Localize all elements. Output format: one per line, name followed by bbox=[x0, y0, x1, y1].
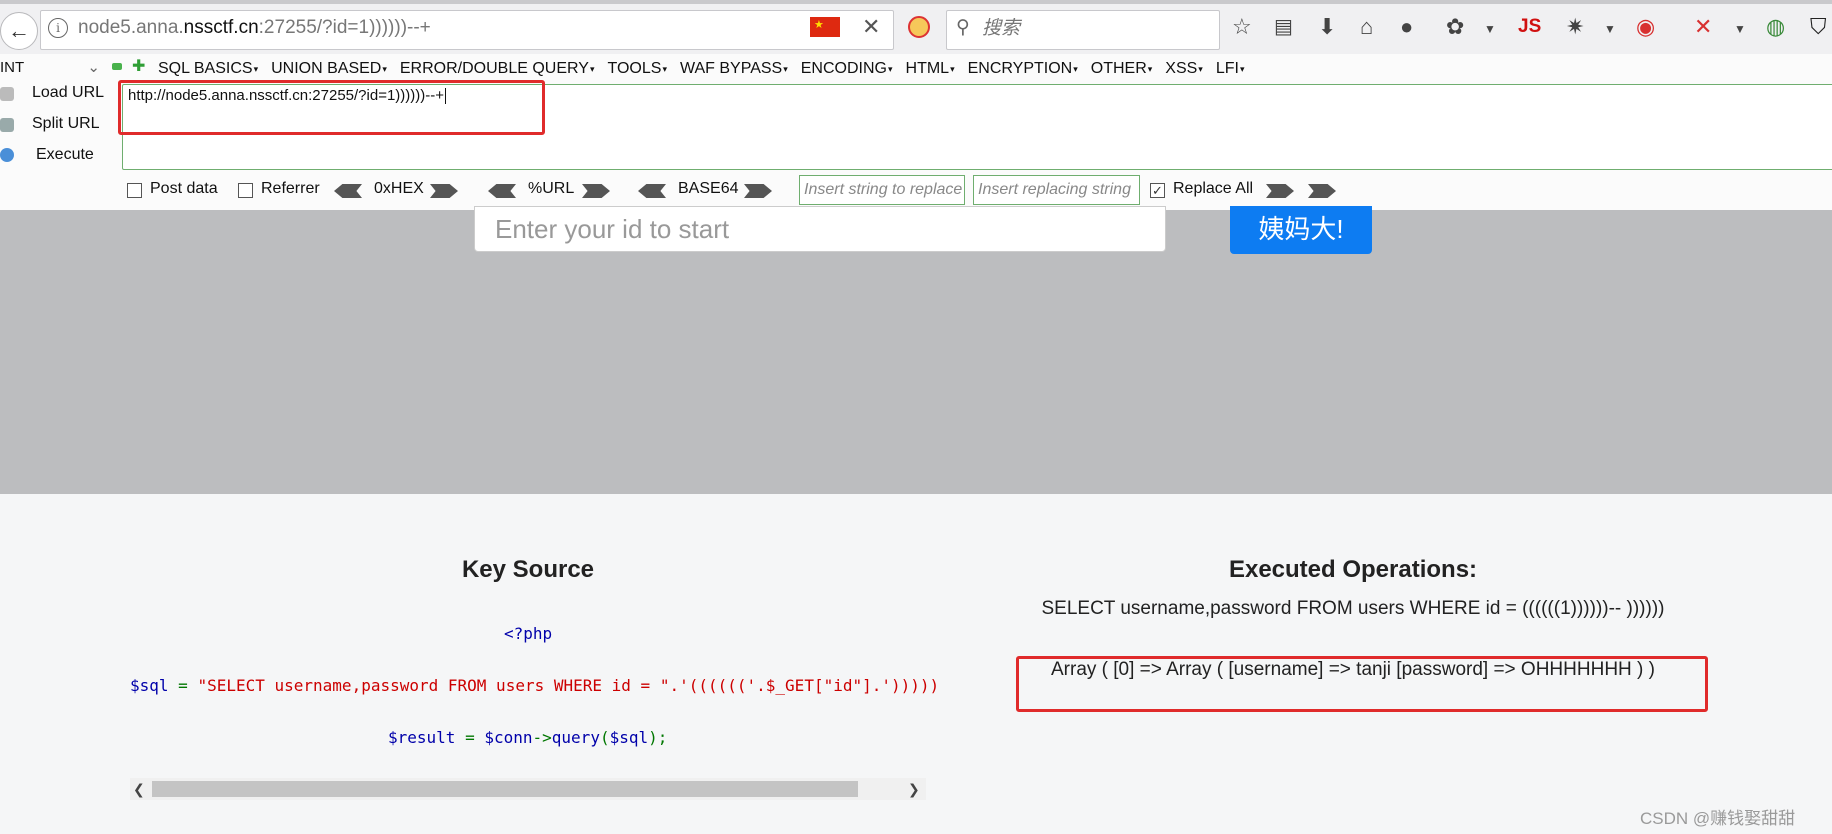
close-icon[interactable]: ✕ bbox=[862, 14, 880, 40]
referrer-checkbox[interactable] bbox=[238, 183, 253, 198]
replace-all-label: Replace All bbox=[1173, 180, 1254, 197]
info-icon[interactable]: i bbox=[48, 18, 68, 38]
address-bar-url[interactable]: node5.anna.nssctf.cn:27255/?id=1))))))--… bbox=[78, 17, 431, 39]
load-url-icon bbox=[0, 87, 14, 101]
replace-string-input[interactable]: Insert string to replace bbox=[799, 175, 965, 205]
tab-strip bbox=[0, 0, 1832, 4]
shield-icon[interactable]: ⛉ bbox=[1810, 14, 1827, 40]
hackbar-icon[interactable]: ◉ bbox=[1636, 14, 1655, 40]
hackbar-menu-items: SQL BASICS UNION BASED ERROR/DOUBLE QUER… bbox=[158, 57, 1257, 81]
key-source-title: Key Source bbox=[461, 556, 595, 583]
watermark: CSDN @赚钱娶甜甜 bbox=[1640, 809, 1796, 828]
post-data-checkbox[interactable] bbox=[127, 183, 142, 198]
chevron-down-icon[interactable]: ▼ bbox=[1484, 22, 1496, 36]
executed-operations-title: Executed Operations: bbox=[1228, 556, 1478, 583]
menu-xss[interactable]: XSS bbox=[1165, 57, 1203, 81]
china-flag-icon: ★ bbox=[810, 17, 840, 37]
download-icon[interactable]: ⬇ bbox=[1318, 14, 1336, 40]
page-hero bbox=[0, 210, 1832, 494]
play-icon bbox=[0, 148, 14, 162]
proxy-icon[interactable]: ◍ bbox=[1766, 14, 1785, 40]
menu-other[interactable]: OTHER bbox=[1091, 57, 1153, 81]
url-highlight-box bbox=[118, 80, 545, 135]
menu-error-double-query[interactable]: ERROR/DOUBLE QUERY bbox=[400, 57, 595, 81]
execute-button[interactable]: Execute bbox=[0, 146, 94, 164]
menu-waf-bypass[interactable]: WAF BYPASS bbox=[680, 57, 788, 81]
plus-icon[interactable]: ✚ bbox=[132, 56, 145, 76]
base64-label: BASE64 bbox=[678, 180, 739, 197]
arrow-left-icon: ← bbox=[8, 18, 30, 43]
js-switch-icon[interactable]: JS bbox=[1518, 16, 1541, 38]
code-line-sql: $sql = "SELECT username,password FROM us… bbox=[130, 676, 940, 695]
split-url-button[interactable]: Split URL bbox=[0, 115, 100, 133]
menu-encryption[interactable]: ENCRYPTION bbox=[968, 57, 1078, 81]
back-button[interactable]: ← bbox=[0, 12, 38, 50]
menu-tools[interactable]: TOOLS bbox=[607, 57, 666, 81]
result-highlight-box bbox=[1016, 656, 1708, 712]
minus-icon[interactable] bbox=[112, 63, 122, 70]
post-data-label: Post data bbox=[150, 180, 218, 197]
home-icon[interactable]: ⌂ bbox=[1360, 14, 1373, 40]
cookie-blocker-icon[interactable]: ✕ bbox=[1694, 14, 1712, 40]
code-line-query: $result = $conn->query($sql); bbox=[388, 728, 668, 747]
palette-icon[interactable]: ✿ bbox=[1446, 14, 1464, 40]
url-encoding-label: %URL bbox=[528, 180, 575, 197]
menu-encoding[interactable]: ENCODING bbox=[801, 57, 893, 81]
replace-all-checkbox[interactable]: ✓ bbox=[1150, 183, 1165, 198]
menu-lfi[interactable]: LFI bbox=[1216, 57, 1245, 81]
chevron-down-icon: ⌄ bbox=[87, 59, 100, 76]
hex-label: 0xHEX bbox=[374, 180, 424, 197]
chevron-down-icon[interactable]: ▼ bbox=[1604, 22, 1616, 36]
reader-view-icon[interactable]: ▤ bbox=[1274, 14, 1293, 39]
menu-union-based[interactable]: UNION BASED bbox=[271, 57, 387, 81]
noscript-icon[interactable] bbox=[908, 16, 930, 38]
submit-button[interactable]: 姨妈大! bbox=[1230, 206, 1372, 254]
method-select[interactable]: INT ⌄ bbox=[0, 56, 100, 80]
referrer-label: Referrer bbox=[261, 180, 320, 197]
code-line-php-open: <?php bbox=[504, 624, 553, 643]
menu-html[interactable]: HTML bbox=[906, 57, 955, 81]
scrollbar-thumb[interactable] bbox=[152, 781, 858, 797]
load-url-button[interactable]: Load URL bbox=[0, 84, 104, 102]
bug-icon[interactable]: ✷ bbox=[1566, 14, 1584, 40]
search-icon: ⚲ bbox=[956, 17, 970, 38]
code-block: <?php $sql = "SELECT username,password F… bbox=[130, 610, 939, 760]
id-input[interactable]: Enter your id to start bbox=[474, 206, 1166, 252]
search-input[interactable] bbox=[980, 12, 1214, 46]
scroll-left-icon[interactable]: ❮ bbox=[133, 778, 145, 800]
scissors-icon bbox=[0, 118, 14, 132]
scroll-right-icon[interactable]: ❯ bbox=[908, 778, 920, 800]
globe-icon[interactable]: ● bbox=[1400, 14, 1413, 40]
chevron-down-icon[interactable]: ▼ bbox=[1734, 22, 1746, 36]
replacing-string-input[interactable]: Insert replacing string bbox=[973, 175, 1140, 205]
menu-sql-basics[interactable]: SQL BASICS bbox=[158, 57, 258, 81]
executed-sql: SELECT username,password FROM users WHER… bbox=[1041, 598, 1665, 619]
star-icon[interactable]: ☆ bbox=[1232, 14, 1252, 40]
